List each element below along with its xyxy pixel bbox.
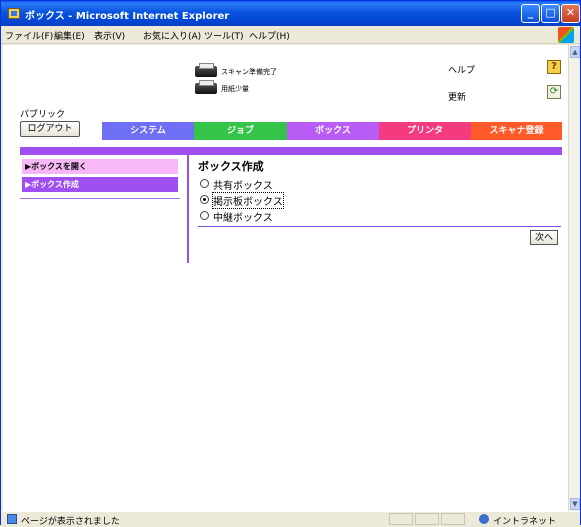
sidebar-item-create-box[interactable]: ▶ボックス作成 [22, 177, 178, 192]
printer-icon [195, 63, 217, 77]
menu-favorites[interactable]: お気に入り(A) [143, 29, 201, 42]
status-paper-low: 用紙少量 [221, 85, 249, 93]
tab-system[interactable]: システム [102, 122, 194, 140]
menu-view[interactable]: 表示(V) [94, 29, 125, 42]
status-cell [389, 513, 413, 525]
radio-relay-box[interactable] [200, 211, 209, 220]
scroll-down-icon[interactable]: ▼ [570, 498, 580, 510]
user-mode-label: パブリック [20, 110, 66, 120]
menu-help[interactable]: ヘルプ(H) [249, 29, 290, 42]
radio-bulletin-box[interactable] [200, 195, 209, 204]
window-title: ボックス - Microsoft Internet Explorer [25, 11, 230, 22]
title-bar: ボックス - Microsoft Internet Explorer _ □ ✕ [1, 1, 580, 26]
menu-file[interactable]: ファイル(F) [5, 29, 53, 42]
content-separator [198, 226, 561, 227]
status-scan-ready: スキャン準備完了 [221, 68, 277, 76]
sidebar-item-open-box[interactable]: ▶ボックスを開く [22, 159, 178, 174]
security-zone-label: イントラネット [493, 517, 557, 527]
content-divider [187, 155, 189, 263]
radio-label-shared-box[interactable]: 共有ボックス [213, 177, 273, 192]
windows-logo-icon [558, 27, 574, 43]
help-label[interactable]: ヘルプ [448, 63, 475, 76]
maximize-button[interactable]: □ [541, 4, 560, 23]
page-viewport: スキャン準備完了 用紙少量 ヘルプ ? 更新 ⟳ パブリック ログアウト システ… [3, 45, 568, 511]
help-icon[interactable]: ? [547, 60, 561, 74]
sidebar-divider [20, 198, 180, 199]
tab-scanner-registration[interactable]: スキャナ登録 [471, 122, 562, 140]
status-cell [441, 513, 465, 525]
sidebar: ▶ボックスを開く ▶ボックス作成 [20, 157, 178, 201]
minimize-button[interactable]: _ [521, 4, 540, 23]
radio-shared-box[interactable] [200, 179, 209, 188]
browser-window: ボックス - Microsoft Internet Explorer _ □ ✕… [0, 0, 581, 527]
page-title: ボックス作成 [198, 160, 264, 173]
menu-edit[interactable]: 編集(E) [54, 29, 85, 42]
status-text: ページが表示されました [21, 517, 120, 527]
radio-label-bulletin-box[interactable]: 掲示板ボックス [212, 192, 284, 209]
status-bar: ページが表示されました イントラネット [1, 511, 580, 527]
status-cell [415, 513, 439, 525]
close-button[interactable]: ✕ [561, 4, 580, 23]
refresh-icon[interactable]: ⟳ [547, 85, 561, 99]
menu-bar: ファイル(F) 編集(E) 表示(V) お気に入り(A) ツール(T) ヘルプ(… [1, 26, 580, 44]
ie-app-icon [8, 8, 20, 19]
printer-warning-icon [195, 80, 217, 94]
tab-job[interactable]: ジョブ [194, 122, 287, 140]
refresh-label[interactable]: 更新 [448, 90, 466, 103]
radio-label-relay-box[interactable]: 中継ボックス [213, 209, 273, 224]
menu-tools[interactable]: ツール(T) [204, 29, 244, 42]
logout-button[interactable]: ログアウト [20, 121, 80, 137]
vertical-scrollbar[interactable]: ▲ ▼ [568, 45, 580, 511]
page-done-icon [7, 514, 17, 524]
tab-underline-bar [20, 147, 562, 155]
tab-box[interactable]: ボックス [287, 122, 379, 140]
tab-printer[interactable]: プリンタ [379, 122, 471, 140]
intranet-zone-icon [479, 514, 489, 524]
next-button[interactable]: 次へ [530, 230, 558, 245]
scroll-up-icon[interactable]: ▲ [570, 46, 580, 58]
